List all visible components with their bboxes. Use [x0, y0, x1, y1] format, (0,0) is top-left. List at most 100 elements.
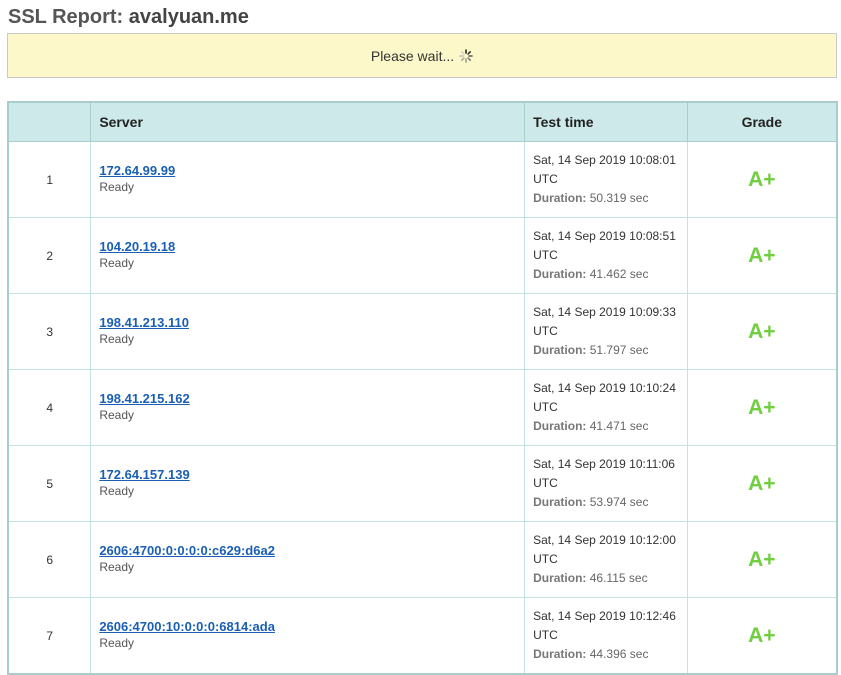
- row-number: 5: [7, 445, 92, 522]
- server-cell: 104.20.19.18 Ready: [90, 217, 526, 294]
- grade-value: A+: [748, 547, 776, 571]
- column-header-test-time: Test time: [524, 101, 688, 142]
- duration-line: Duration: 51.797 sec: [533, 341, 686, 360]
- server-ip-link[interactable]: 172.64.157.139: [99, 467, 523, 482]
- server-ip-link[interactable]: 104.20.19.18: [99, 239, 523, 254]
- table-row: 2 104.20.19.18 Ready Sat, 14 Sep 2019 10…: [7, 217, 838, 294]
- server-ip-link[interactable]: 198.41.215.162: [99, 391, 523, 406]
- row-number: 2: [7, 217, 92, 294]
- page-title-host: avalyuan.me: [128, 6, 249, 28]
- test-timezone: UTC: [533, 552, 558, 566]
- server-ip-link[interactable]: 2606:4700:0:0:0:0:c629:d6a2: [99, 543, 523, 558]
- server-cell: 2606:4700:10:0:0:0:6814:ada Ready: [90, 597, 526, 675]
- test-timezone: UTC: [533, 248, 558, 262]
- server-cell: 198.41.215.162 Ready: [90, 369, 526, 446]
- grade-value: A+: [748, 167, 776, 191]
- server-status: Ready: [99, 332, 134, 346]
- grade-value: A+: [748, 471, 776, 495]
- server-cell: 198.41.213.110 Ready: [90, 293, 526, 370]
- duration-label: Duration:: [533, 191, 587, 205]
- server-ip-link[interactable]: 172.64.99.99: [99, 163, 523, 178]
- duration-value: 41.471 sec: [589, 419, 649, 433]
- test-time: Sat, 14 Sep 2019 10:12:46: [533, 609, 676, 623]
- status-text: Please wait...: [370, 47, 455, 64]
- row-number: 6: [7, 521, 92, 598]
- row-number: 4: [7, 369, 92, 446]
- grade-cell: A+: [686, 597, 838, 675]
- server-cell: 2606:4700:0:0:0:0:c629:d6a2 Ready: [90, 521, 526, 598]
- loading-spinner-icon: [459, 48, 473, 63]
- test-time-cell: Sat, 14 Sep 2019 10:08:01 UTC Duration: …: [524, 141, 688, 218]
- test-time-cell: Sat, 14 Sep 2019 10:12:46 UTC Duration: …: [524, 597, 688, 675]
- test-time-cell: Sat, 14 Sep 2019 10:08:51 UTC Duration: …: [524, 217, 688, 294]
- server-status: Ready: [99, 484, 134, 498]
- duration-line: Duration: 50.319 sec: [533, 189, 686, 208]
- server-cell: 172.64.99.99 Ready: [90, 141, 526, 218]
- duration-label: Duration:: [533, 647, 587, 661]
- grade-cell: A+: [686, 445, 838, 522]
- table-row: 5 172.64.157.139 Ready Sat, 14 Sep 2019 …: [7, 445, 838, 522]
- grade-value: A+: [748, 623, 776, 647]
- test-time-cell: Sat, 14 Sep 2019 10:12:00 UTC Duration: …: [524, 521, 688, 598]
- test-timezone: UTC: [533, 324, 558, 338]
- test-timezone: UTC: [533, 476, 558, 490]
- duration-value: 44.396 sec: [589, 647, 649, 661]
- grade-value: A+: [748, 319, 776, 343]
- column-header-number: [7, 101, 92, 142]
- server-status: Ready: [99, 636, 134, 650]
- duration-line: Duration: 46.115 sec: [533, 569, 686, 588]
- test-time: Sat, 14 Sep 2019 10:11:06: [533, 457, 675, 471]
- duration-value: 53.974 sec: [589, 495, 649, 509]
- test-timezone: UTC: [533, 628, 558, 642]
- page-title: SSL Report: avalyuan.me: [8, 6, 249, 29]
- table-row: 3 198.41.213.110 Ready Sat, 14 Sep 2019 …: [7, 293, 838, 370]
- table-header-row: Server Test time Grade: [7, 101, 838, 142]
- column-header-server: Server: [90, 101, 526, 142]
- duration-value: 46.115 sec: [589, 571, 648, 585]
- table-row: 4 198.41.215.162 Ready Sat, 14 Sep 2019 …: [7, 369, 838, 446]
- page-title-prefix: SSL Report:: [8, 6, 129, 28]
- duration-line: Duration: 44.396 sec: [533, 645, 686, 664]
- table-row: 6 2606:4700:0:0:0:0:c629:d6a2 Ready Sat,…: [7, 521, 838, 598]
- test-time: Sat, 14 Sep 2019 10:08:01: [533, 153, 676, 167]
- grade-cell: A+: [686, 217, 838, 294]
- test-time-cell: Sat, 14 Sep 2019 10:09:33 UTC Duration: …: [524, 293, 688, 370]
- duration-value: 51.797 sec: [589, 343, 649, 357]
- duration-label: Duration:: [533, 419, 587, 433]
- test-time: Sat, 14 Sep 2019 10:08:51: [533, 229, 676, 243]
- table-row: 7 2606:4700:10:0:0:0:6814:ada Ready Sat,…: [7, 597, 838, 675]
- test-time-cell: Sat, 14 Sep 2019 10:10:24 UTC Duration: …: [524, 369, 688, 446]
- test-time-cell: Sat, 14 Sep 2019 10:11:06 UTC Duration: …: [524, 445, 688, 522]
- row-number: 1: [7, 141, 92, 218]
- duration-label: Duration:: [533, 495, 587, 509]
- grade-cell: A+: [686, 141, 838, 218]
- status-banner: Please wait...: [7, 33, 837, 78]
- test-time: Sat, 14 Sep 2019 10:12:00: [533, 533, 676, 547]
- grade-cell: A+: [686, 369, 838, 446]
- duration-label: Duration:: [533, 343, 587, 357]
- test-timezone: UTC: [533, 172, 558, 186]
- server-ip-link[interactable]: 198.41.213.110: [99, 315, 523, 330]
- server-status: Ready: [99, 408, 134, 422]
- column-header-grade: Grade: [686, 101, 838, 142]
- duration-line: Duration: 53.974 sec: [533, 493, 686, 512]
- server-results-table: Server Test time Grade 1 172.64.99.99 Re…: [7, 101, 838, 675]
- grade-cell: A+: [686, 293, 838, 370]
- server-ip-link[interactable]: 2606:4700:10:0:0:0:6814:ada: [99, 619, 523, 634]
- test-time: Sat, 14 Sep 2019 10:10:24: [533, 381, 676, 395]
- grade-value: A+: [748, 395, 776, 419]
- grade-value: A+: [748, 243, 776, 267]
- duration-label: Duration:: [533, 267, 587, 281]
- server-status: Ready: [99, 560, 134, 574]
- test-time: Sat, 14 Sep 2019 10:09:33: [533, 305, 676, 319]
- duration-value: 41.462 sec: [589, 267, 649, 281]
- server-cell: 172.64.157.139 Ready: [90, 445, 526, 522]
- test-timezone: UTC: [533, 400, 558, 414]
- server-status: Ready: [99, 256, 134, 270]
- duration-line: Duration: 41.462 sec: [533, 265, 686, 284]
- row-number: 7: [7, 597, 92, 675]
- row-number: 3: [7, 293, 92, 370]
- server-status: Ready: [99, 180, 134, 194]
- duration-label: Duration:: [533, 571, 587, 585]
- duration-value: 50.319 sec: [589, 191, 649, 205]
